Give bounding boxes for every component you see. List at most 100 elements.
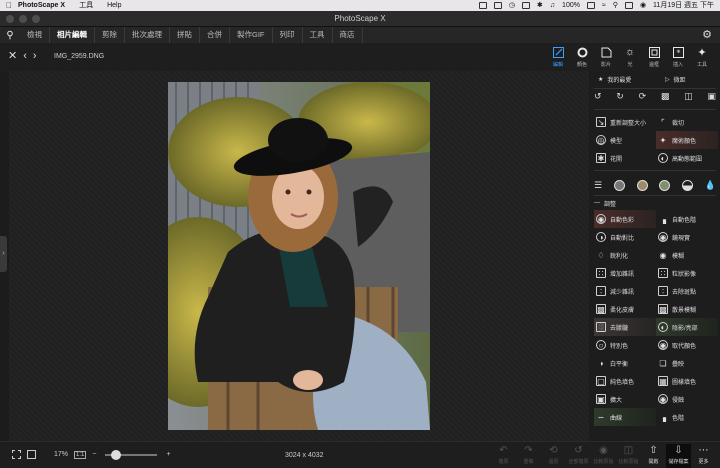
search-icon[interactable]: ⚲ — [613, 0, 618, 11]
next-icon[interactable]: › — [33, 50, 37, 62]
macro-button[interactable]: ▷ 微距 — [653, 75, 720, 84]
app-logo-icon[interactable]: ⚲ — [0, 27, 20, 43]
flip-vertical-icon[interactable]: ▣ — [707, 91, 716, 105]
menu-help[interactable]: Help — [107, 0, 121, 11]
grain-button[interactable]: ∷ 粒狀影像 — [656, 264, 718, 282]
levels-button[interactable]: ▗ 色階 — [656, 408, 718, 426]
tool-tab-color[interactable]: 顏色 — [570, 45, 594, 70]
sharpen-button[interactable]: ♢ 銳利化 — [594, 246, 656, 264]
preset-circle-4-icon[interactable] — [682, 179, 694, 191]
tab-viewer[interactable]: 檢視 — [20, 27, 50, 43]
tab-photo-editor[interactable]: 相片編輯 — [50, 27, 95, 43]
white-balance-button[interactable]: ◑ 白平衡 — [594, 354, 656, 372]
menu-app-name[interactable]: PhotoScape X — [18, 0, 65, 11]
tab-collage[interactable]: 拼貼 — [170, 27, 200, 43]
replace-color-button[interactable]: ◉ 取代顏色 — [656, 336, 718, 354]
add-noise-button[interactable]: ∷ 增加雜訊 — [594, 264, 656, 282]
auto-color-button[interactable]: ◉ 自動色彩 — [594, 210, 656, 228]
model-button[interactable]: ◎ 模型 — [594, 131, 656, 149]
display-icon[interactable] — [478, 2, 487, 9]
tab-tools[interactable]: 工具 — [303, 27, 333, 43]
menu-tools[interactable]: 工具 — [79, 0, 93, 11]
spot-color-button[interactable]: ○ 特別色 — [594, 336, 656, 354]
wifi-icon[interactable]: ≈ — [602, 0, 606, 11]
photo-image[interactable] — [168, 82, 430, 430]
clock-icon[interactable]: ◷ — [509, 0, 515, 11]
bloom-button[interactable]: ✱ 花開 — [594, 149, 656, 167]
preset-circle-1-icon[interactable] — [613, 179, 625, 191]
keyboard-input-icon[interactable] — [521, 2, 530, 9]
pattern-fill-button[interactable]: ▦ 圖樣填色 — [656, 372, 718, 390]
solid-fill-button[interactable]: ▢ 純色填色 — [594, 372, 656, 390]
crop-button[interactable]: ⌜ 裁切 — [656, 113, 718, 131]
auto-levels-button[interactable]: ▗ 自動色階 — [656, 210, 718, 228]
drop-icon[interactable]: 💧 — [705, 180, 716, 191]
expand-button[interactable]: ▣ 擴大 — [594, 390, 656, 408]
tab-combine[interactable]: 合併 — [200, 27, 230, 43]
dehaze-button[interactable]: ░ 去朦朧 — [594, 318, 656, 336]
resize-button[interactable]: ↘ 重新調整大小 — [594, 113, 656, 131]
compare-original-button[interactable]: ◉ 比較原始 — [591, 444, 616, 468]
auto-contrast-button[interactable]: ◑ 自動對比 — [594, 228, 656, 246]
battery-icon[interactable] — [586, 2, 595, 9]
soften-skin-button[interactable]: ▩ 柔化皮膚 — [594, 300, 656, 318]
rotate-left-icon[interactable]: ↺ — [594, 91, 602, 105]
preset-circle-3-icon[interactable] — [659, 179, 671, 191]
undo-button[interactable]: ↶ 復原 — [491, 444, 516, 468]
bluetooth-icon[interactable]: ✱ — [537, 0, 543, 11]
favorites-button[interactable]: ★ 我的最愛 — [590, 75, 653, 84]
actual-size-button[interactable]: 1:1 — [74, 450, 87, 459]
tool-tab-light[interactable]: ☼ 光 — [618, 45, 642, 70]
reality-button[interactable]: ◉ 鏡現實 — [656, 228, 718, 246]
open-share-button[interactable]: ⇧ 開啟 — [641, 444, 666, 468]
close-icon[interactable]: ✕ — [8, 49, 17, 62]
erode-button[interactable]: ◉ 侵蝕 — [656, 390, 718, 408]
rotate-free-icon[interactable]: ⟳ — [639, 91, 647, 105]
blur-button[interactable]: ◉ 模糊 — [656, 246, 718, 264]
shadow-highlight-button[interactable]: ◐ 陰影/亮部 — [656, 318, 718, 336]
more-button[interactable]: ⋯ 更多 — [691, 444, 716, 468]
compare-panel-icon[interactable] — [27, 450, 36, 459]
revert-button[interactable]: ⟲ 還原 — [541, 444, 566, 468]
despeckle-button[interactable]: ∶ 去除斑點 — [656, 282, 718, 300]
tool-tab-edit[interactable]: 編輯 — [546, 45, 570, 70]
bokeh-button[interactable]: ▩ 散景模糊 — [656, 300, 718, 318]
hdr-button[interactable]: ◐ 高動態範圍 — [656, 149, 718, 167]
siri-icon[interactable]: ◉ — [640, 0, 646, 11]
preset-circle-2-icon[interactable] — [636, 179, 648, 191]
perspective-icon[interactable]: ▩ — [661, 91, 670, 105]
previous-icon[interactable]: ‹ — [23, 50, 27, 62]
tool-tab-frame[interactable]: 邊框 — [642, 45, 666, 70]
reduce-noise-button[interactable]: ∶ 減少雜訊 — [594, 282, 656, 300]
magic-color-button[interactable]: ✦ 魔術顏色 — [656, 131, 718, 149]
adjust-section-header[interactable]: — 調整 — [594, 198, 616, 208]
zoom-slider-knob[interactable] — [110, 449, 121, 460]
rotate-right-icon[interactable]: ↻ — [616, 91, 624, 105]
save-file-button[interactable]: ⇩ 儲存檔案 — [666, 444, 691, 468]
tool-tab-insert[interactable]: * 插入 — [666, 45, 690, 70]
redo-button[interactable]: ↷ 重做 — [516, 444, 541, 468]
curves-button[interactable]: ∽ 曲線 — [594, 408, 656, 426]
control-center-icon[interactable] — [624, 2, 633, 9]
tool-tab-film[interactable]: 影片 — [594, 45, 618, 70]
volume-icon[interactable]: ♫ — [550, 0, 555, 11]
fit-window-icon[interactable] — [12, 450, 21, 459]
menu-clock[interactable]: 11月19日 週五 下午 — [653, 0, 714, 11]
tab-cut-out[interactable]: 剪除 — [95, 27, 125, 43]
apple-icon[interactable]:  — [0, 0, 18, 11]
tab-make-gif[interactable]: 製作GIF — [230, 27, 273, 43]
zoom-in-button[interactable]: + — [166, 451, 170, 458]
tool-tab-tools[interactable]: ✦ 工具 — [690, 45, 714, 70]
left-panel-toggle[interactable]: › — [0, 236, 7, 272]
list-icon[interactable]: ☰ — [594, 180, 602, 191]
overlay-button[interactable]: ❏ 疊映 — [656, 354, 718, 372]
gear-icon[interactable]: ⚙ — [700, 28, 714, 42]
zoom-out-button[interactable]: − — [92, 451, 96, 458]
compare-split-button[interactable]: ◫ 比較原始 — [616, 444, 641, 468]
tab-store[interactable]: 商店 — [333, 27, 363, 43]
tab-print[interactable]: 列印 — [273, 27, 303, 43]
tab-batch[interactable]: 批次處理 — [125, 27, 170, 43]
window-icon[interactable] — [493, 2, 502, 9]
undo-all-button[interactable]: ↺ 全部復原 — [566, 444, 591, 468]
zoom-slider[interactable] — [105, 449, 158, 460]
